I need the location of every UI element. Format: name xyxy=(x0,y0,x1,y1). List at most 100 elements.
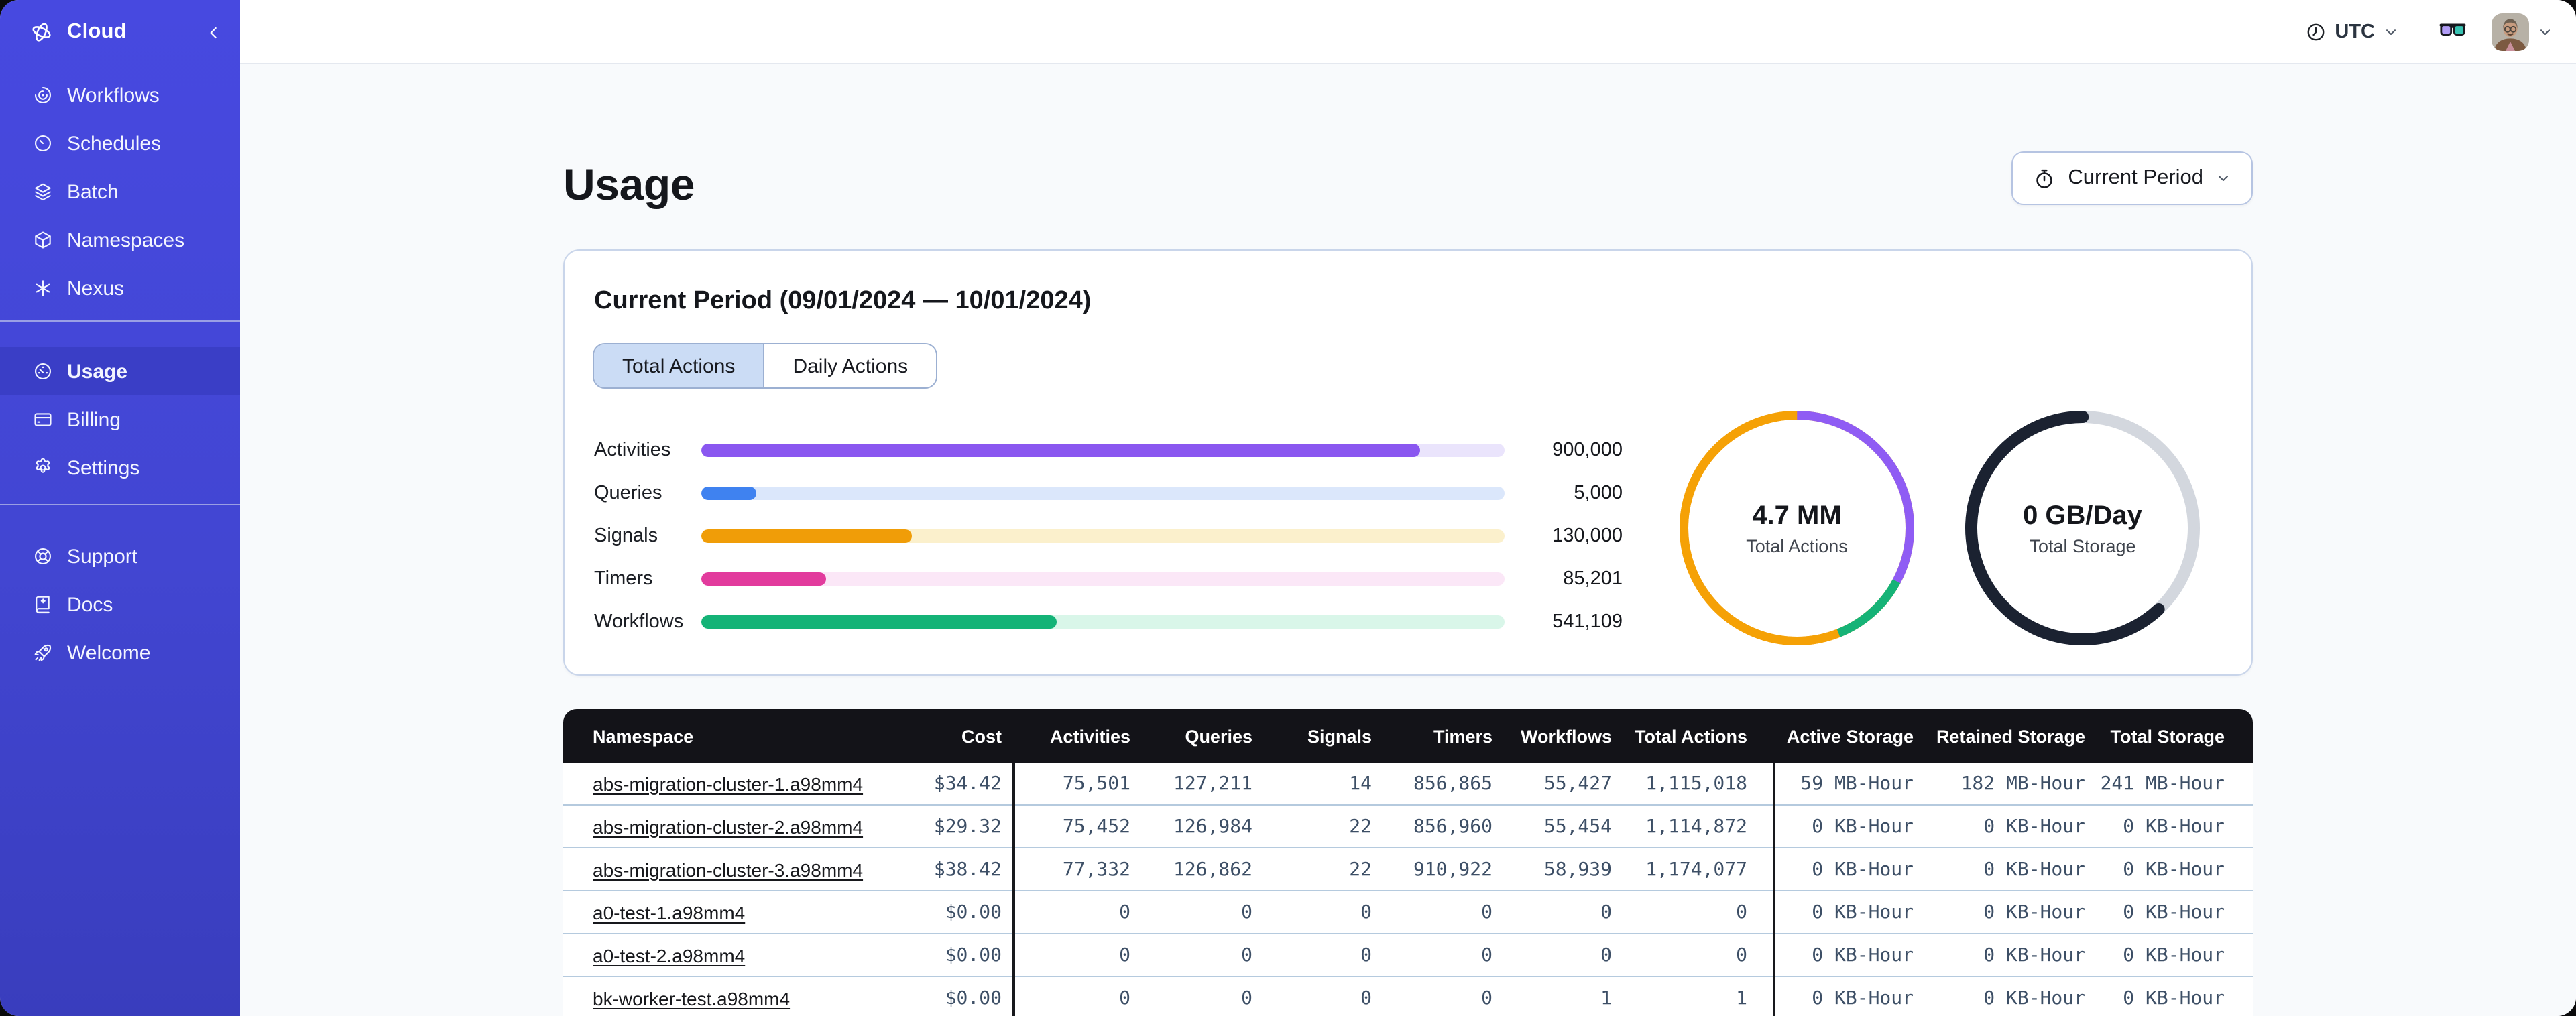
cell-activities: 0 xyxy=(1119,987,1130,1009)
namespace-link[interactable]: a0-test-2.a98mm4 xyxy=(593,944,745,966)
namespace-usage-table: Namespace Cost Activities Queries Signals Tim… xyxy=(563,709,2253,1016)
cell-cost: $0.00 xyxy=(945,901,1002,923)
cell-active_storage: 59 MB-Hour xyxy=(1800,773,1914,794)
cell-namespace: abs-migration-cluster-2.a98mm4 xyxy=(563,816,868,837)
column-header-signals: Signals xyxy=(1307,726,1372,746)
cell-timers: 856,865 xyxy=(1413,773,1492,794)
card-title: Current Period (09/01/2024 — 10/01/2024) xyxy=(594,287,1092,315)
cell-total_storage: 0 KB-Hour xyxy=(2123,816,2225,837)
cell-retained_storage: 0 KB-Hour xyxy=(1983,987,2085,1009)
sidebar-item-schedules[interactable]: Schedules xyxy=(0,119,240,168)
stopwatch-icon xyxy=(2033,167,2056,190)
sidebar-collapse-button[interactable] xyxy=(205,23,223,41)
chevron-down-icon xyxy=(2215,170,2231,186)
cell-total_actions: 1,174,077 xyxy=(1645,859,1747,880)
topbar: UTC xyxy=(240,0,2576,64)
usage-bar-row: Workflows 541,109 xyxy=(594,600,1623,643)
sidebar-item-label: Batch xyxy=(67,180,119,203)
cell-total_storage: 0 KB-Hour xyxy=(2123,987,2225,1009)
cell-queries: 126,984 xyxy=(1173,816,1252,837)
period-selector-button[interactable]: Current Period xyxy=(2011,151,2253,205)
namespace-link[interactable]: abs-migration-cluster-1.a98mm4 xyxy=(593,773,863,794)
namespace-link[interactable]: bk-worker-test.a98mm4 xyxy=(593,987,790,1009)
sidebar-item-label: Schedules xyxy=(67,132,162,155)
table-row: a0-test-2.a98mm4 $0.00 0 0 0 0 0 0 0 KB-Hour 0 KB… xyxy=(563,934,2253,977)
column-header-queries: Queries xyxy=(1185,726,1252,746)
cell-cost: $0.00 xyxy=(945,987,1002,1009)
column-header-total_storage: Total Storage xyxy=(2110,726,2225,746)
cell-retained_storage: 182 MB-Hour xyxy=(1960,773,2085,794)
sidebar-item-namespaces[interactable]: Namespaces xyxy=(0,216,240,264)
bar-value: 130,000 xyxy=(1552,525,1623,547)
sidebar-item-billing[interactable]: Billing xyxy=(0,395,240,444)
timezone-selector[interactable]: UTC xyxy=(2305,21,2399,42)
cell-timers: 910,922 xyxy=(1413,859,1492,880)
sidebar-item-label: Workflows xyxy=(67,84,160,107)
sidebar-section: Workflows Schedules Batch Namespaces Nexus xyxy=(0,71,240,312)
current-period-card: Current Period (09/01/2024 — 10/01/2024)… xyxy=(563,249,2253,676)
cell-workflows: 1 xyxy=(1600,987,1612,1009)
cell-total_storage: 0 KB-Hour xyxy=(2123,901,2225,923)
cell-workflows: 55,454 xyxy=(1543,816,1612,837)
cell-queries: 126,862 xyxy=(1173,859,1252,880)
sidebar-item-label: Usage xyxy=(67,360,128,383)
temporal-logo-icon xyxy=(30,20,54,44)
sidebar-item-usage[interactable]: Usage xyxy=(0,347,240,395)
cell-active_storage: 0 KB-Hour xyxy=(1812,944,1914,966)
cell-signals: 0 xyxy=(1360,944,1372,966)
column-header-activities: Activities xyxy=(1049,726,1130,746)
sidebar-section: Usage Billing Settings xyxy=(0,322,240,492)
namespace-link[interactable]: abs-migration-cluster-2.a98mm4 xyxy=(593,816,863,837)
table-row: bk-worker-test.a98mm4 $0.00 0 0 0 0 1 1 0 KB-Hou… xyxy=(563,977,2253,1016)
bar-label: Activities xyxy=(594,440,671,461)
cell-total_storage: 0 KB-Hour xyxy=(2123,859,2225,880)
cell-retained_storage: 0 KB-Hour xyxy=(1983,901,2085,923)
cell-active_storage: 0 KB-Hour xyxy=(1812,987,1914,1009)
sidebar-item-settings[interactable]: Settings xyxy=(0,444,240,492)
cell-total_actions: 1,115,018 xyxy=(1645,773,1747,794)
cell-cost: $0.00 xyxy=(945,944,1002,966)
namespace-link[interactable]: a0-test-1.a98mm4 xyxy=(593,901,745,923)
main-content: Usage Current Period Current Period (09/… xyxy=(240,66,2576,1016)
column-header-namespace: Namespace xyxy=(593,726,694,746)
bar-label: Timers xyxy=(594,568,653,590)
sidebar-item-support[interactable]: Support xyxy=(0,532,240,580)
bar-track xyxy=(701,615,1505,629)
sidebar-item-batch[interactable]: Batch xyxy=(0,168,240,216)
usage-bar-row: Queries 5,000 xyxy=(594,472,1623,515)
table-group-separator xyxy=(1012,763,1015,1016)
cell-total_actions: 0 xyxy=(1736,944,1747,966)
avatar[interactable] xyxy=(2492,13,2529,50)
bar-track xyxy=(701,572,1505,586)
sidebar-item-workflows[interactable]: Workflows xyxy=(0,71,240,119)
namespace-link[interactable]: abs-migration-cluster-3.a98mm4 xyxy=(593,859,863,880)
billing-icon xyxy=(32,409,54,430)
usage-bar-row: Signals 130,000 xyxy=(594,515,1623,558)
bar-label: Signals xyxy=(594,525,658,547)
sidebar-item-docs[interactable]: Docs xyxy=(0,580,240,629)
cell-signals: 22 xyxy=(1349,859,1372,880)
tab-total-actions[interactable]: Total Actions xyxy=(594,344,764,387)
cell-activities: 0 xyxy=(1119,944,1130,966)
cell-workflows: 55,427 xyxy=(1543,773,1612,794)
glasses-icon[interactable] xyxy=(2439,21,2466,42)
cell-activities: 75,452 xyxy=(1062,816,1130,837)
bar-fill xyxy=(701,529,912,543)
table-header-row: Namespace Cost Activities Queries Signals Tim… xyxy=(563,709,2253,763)
sidebar-item-label: Support xyxy=(67,545,138,568)
logo-label: Cloud xyxy=(67,20,127,43)
cell-timers: 0 xyxy=(1481,987,1492,1009)
app-window: Cloud Workflows Schedules Batch Namespaces N… xyxy=(0,0,2576,1016)
tab-daily-actions[interactable]: Daily Actions xyxy=(763,344,937,387)
total-actions-donut: 4.7 MM Total Actions xyxy=(1679,410,1915,646)
support-icon xyxy=(32,546,54,567)
chevron-down-icon[interactable] xyxy=(2537,23,2553,40)
table-group-separator xyxy=(1773,763,1775,1016)
sidebar-item-welcome[interactable]: Welcome xyxy=(0,629,240,677)
nexus-icon xyxy=(32,277,54,299)
column-header-retained_storage: Retained Storage xyxy=(1936,726,2085,746)
sidebar-item-nexus[interactable]: Nexus xyxy=(0,264,240,312)
timezone-label: UTC xyxy=(2335,21,2375,42)
cell-namespace: a0-test-1.a98mm4 xyxy=(563,901,868,923)
cell-namespace: a0-test-2.a98mm4 xyxy=(563,944,868,966)
